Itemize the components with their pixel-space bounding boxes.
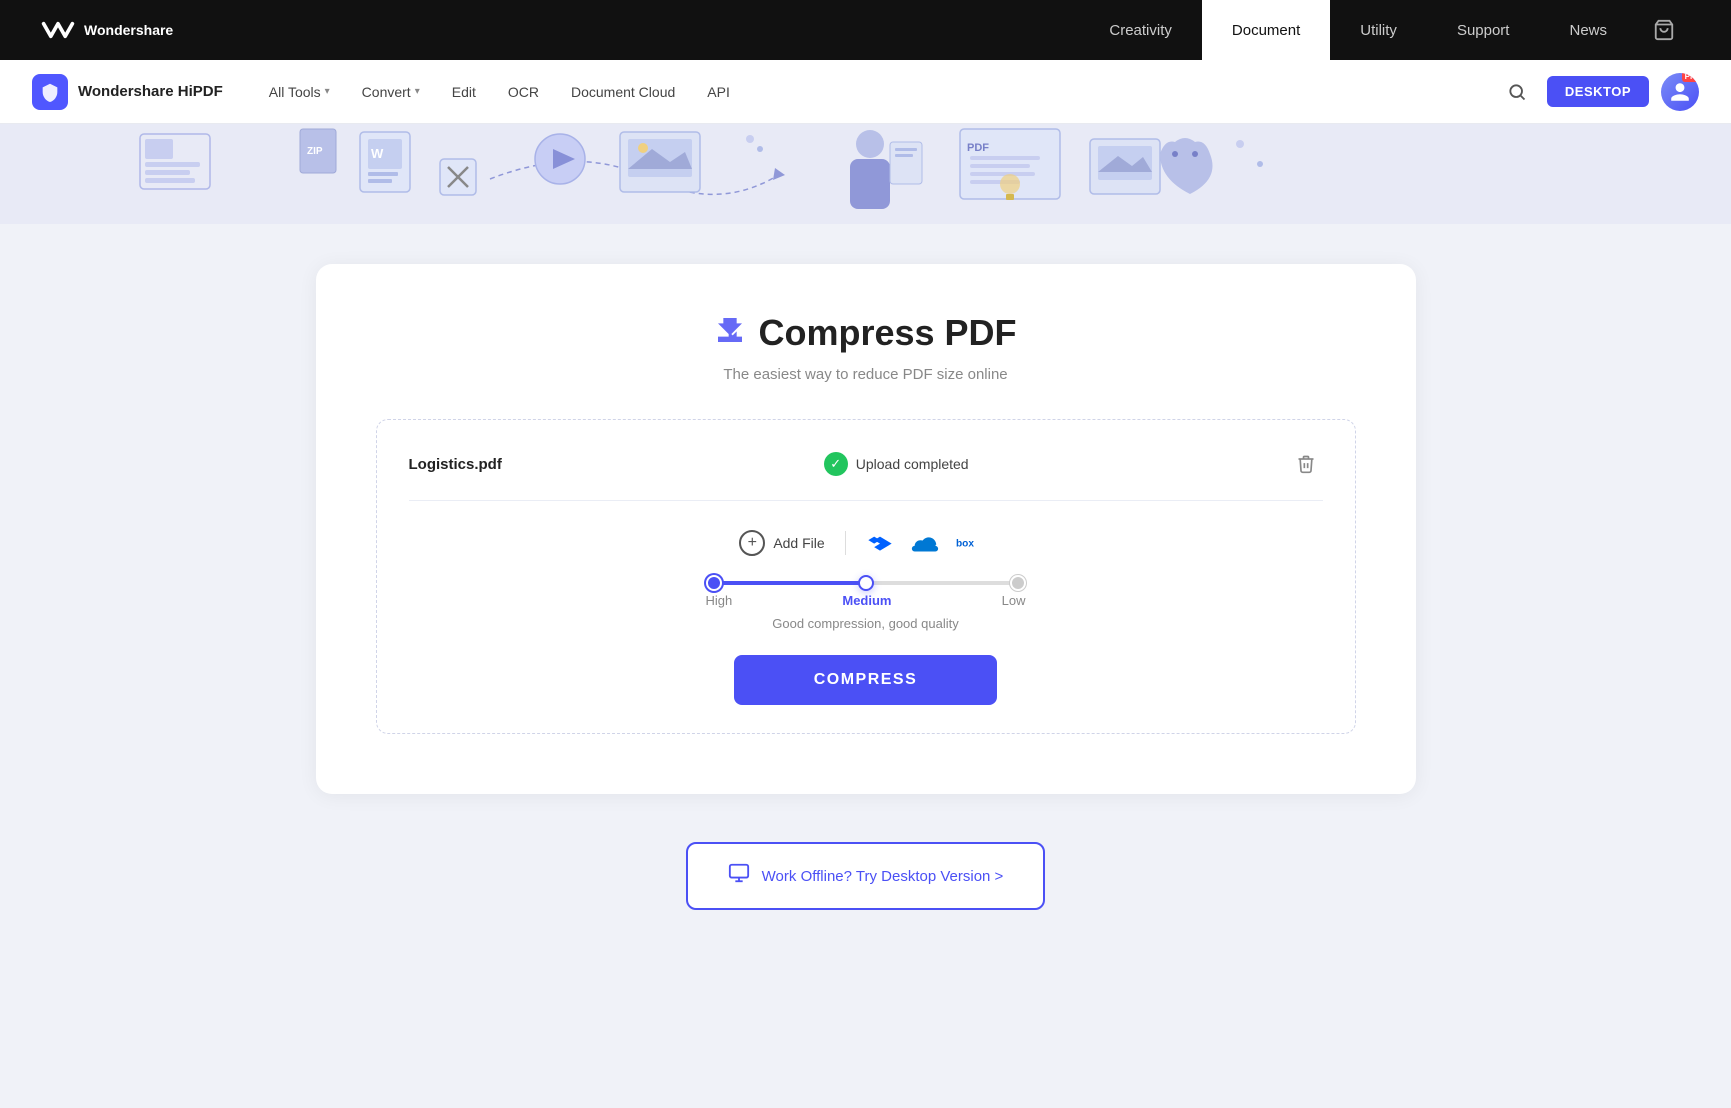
upload-status-text: Upload completed [856,456,969,472]
cloud-icons: box [866,529,992,557]
upload-controls: + Add File [409,529,1323,705]
compress-pdf-icon [714,314,746,353]
page-title-row: Compress PDF [376,312,1356,354]
top-navigation: wondershare Creativity Document Utility … [0,0,1731,60]
sec-nav-right: DESKTOP Pro [1499,73,1699,111]
label-high: High [706,593,733,608]
upload-area: Logistics.pdf ✓ Upload completed [376,419,1356,734]
top-nav-links: Creativity Document Utility Support News [1079,0,1637,60]
cart-icon[interactable] [1637,19,1691,41]
compression-description: Good compression, good quality [772,616,958,631]
upload-status: ✓ Upload completed [824,452,969,476]
sec-nav-ocr[interactable]: OCR [494,78,553,106]
file-name: Logistics.pdf [409,456,502,473]
main-content: Compress PDF The easiest way to reduce P… [0,224,1731,1024]
desktop-button[interactable]: DESKTOP [1547,76,1649,107]
wondershare-logo[interactable]: wondershare [40,16,173,44]
hipdf-logo-icon [32,74,68,110]
logo-text: wondershare [84,22,173,38]
sec-nav-edit[interactable]: Edit [438,78,490,106]
offline-banner[interactable]: Work Offline? Try Desktop Version > [686,842,1046,910]
label-medium: Medium [842,593,891,608]
add-file-plus-icon: + [739,530,765,556]
search-icon[interactable] [1499,74,1535,110]
compression-slider: High Medium Low Good compression, good q… [696,581,1036,631]
svg-text:PDF: PDF [967,142,989,154]
hipdf-logo[interactable]: Wondershare HiPDF [32,74,223,110]
upload-top-row: Logistics.pdf ✓ Upload completed [409,448,1323,501]
secondary-navigation: Wondershare HiPDF All Tools ▾ Convert ▾ … [0,60,1731,124]
sec-nav-items: All Tools ▾ Convert ▾ Edit OCR Document … [255,78,1499,106]
monitor-icon [728,862,750,890]
dropbox-icon[interactable] [866,529,894,557]
svg-text:ZIP: ZIP [307,146,323,157]
compression-high-dot[interactable] [706,575,722,591]
onedrive-icon[interactable] [910,529,940,557]
nav-document[interactable]: Document [1202,0,1330,60]
page-card: Compress PDF The easiest way to reduce P… [316,264,1416,794]
pro-badge: Pro [1682,73,1699,82]
nav-support[interactable]: Support [1427,0,1540,60]
add-file-button[interactable]: + Add File [739,530,824,556]
svg-text:box: box [956,538,974,549]
hero-banner: ZIP W PDF [0,124,1731,224]
compression-low-dot[interactable] [1010,575,1026,591]
delete-file-button[interactable] [1290,448,1322,480]
compression-track[interactable] [706,581,1026,585]
page-header: Compress PDF The easiest way to reduce P… [376,312,1356,383]
nav-creativity[interactable]: Creativity [1079,0,1202,60]
slider-labels: High Medium Low [706,593,1026,608]
divider [845,531,846,555]
compress-button[interactable]: COMPRESS [734,655,998,705]
nav-news[interactable]: News [1539,0,1637,60]
page-subtitle: The easiest way to reduce PDF size onlin… [376,366,1356,383]
svg-text:W: W [371,146,384,161]
page-title: Compress PDF [758,312,1016,354]
offline-banner-text: Work Offline? Try Desktop Version > [762,868,1004,885]
hipdf-brand-name: Wondershare HiPDF [78,83,223,100]
sec-nav-convert[interactable]: Convert ▾ [348,78,434,106]
slider-fill-left [706,581,866,585]
sec-nav-all-tools[interactable]: All Tools ▾ [255,78,344,106]
box-icon[interactable]: box [956,534,992,552]
label-low: Low [1002,593,1026,608]
add-file-row: + Add File [739,529,991,557]
chevron-down-icon: ▾ [415,86,420,97]
sec-nav-api[interactable]: API [693,78,744,106]
nav-utility[interactable]: Utility [1330,0,1427,60]
upload-check-icon: ✓ [824,452,848,476]
sec-nav-document-cloud[interactable]: Document Cloud [557,78,689,106]
chevron-down-icon: ▾ [325,86,330,97]
compression-medium-dot[interactable] [858,575,874,591]
user-avatar[interactable]: Pro [1661,73,1699,111]
